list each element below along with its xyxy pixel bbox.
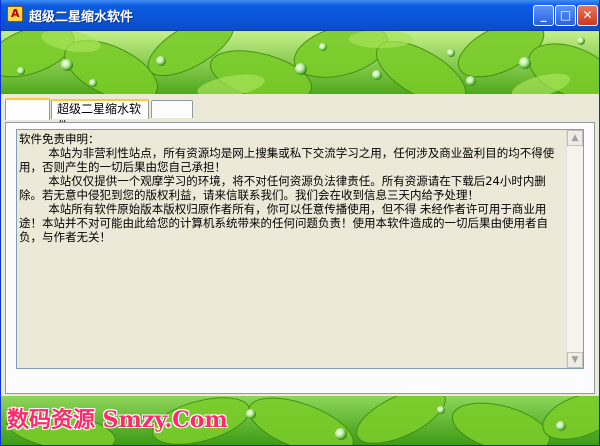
maximize-button[interactable]: □	[555, 5, 576, 26]
tab-panel: 软件免责申明： 本站为非营利性站点，所有资源均是网上搜集或私下交流学习之用，任何…	[5, 122, 595, 394]
app-window: A 超级二星缩水软件 _ □ ✕ 超级二星缩水软 软件免责申明： 本站为非营利性…	[0, 0, 600, 446]
disclaimer-text: 软件免责申明： 本站为非营利性站点，所有资源均是网上搜集或私下交流学习之用，任何…	[19, 132, 555, 244]
window-title: 超级二星缩水软件	[29, 10, 134, 25]
leaf-banner-svg	[1, 31, 599, 94]
tab-super-two-star[interactable]: 超级二星缩水软件	[51, 99, 149, 133]
leaf-footer-image: 数码资源 Smzy.Com	[1, 396, 599, 445]
tab-blank-left[interactable]	[5, 98, 50, 120]
app-icon[interactable]: A	[7, 6, 23, 22]
minimize-button[interactable]: _	[533, 5, 554, 26]
scroll-up-arrow-icon[interactable]: ▲	[567, 130, 583, 146]
tab-bar: 超级二星缩水软件	[1, 94, 599, 133]
tab-blank-right[interactable]	[151, 100, 193, 118]
scroll-down-arrow-icon[interactable]: ▼	[567, 352, 583, 368]
vertical-scrollbar[interactable]: ▲ ▼	[566, 130, 583, 368]
title-bar[interactable]: A 超级二星缩水软件 _ □ ✕	[1, 0, 599, 31]
leaf-banner-image	[1, 31, 599, 94]
close-button[interactable]: ✕	[577, 5, 598, 26]
disclaimer-textarea[interactable]: 软件免责申明： 本站为非营利性站点，所有资源均是网上搜集或私下交流学习之用，任何…	[16, 129, 584, 369]
watermark-text: 数码资源 Smzy.Com	[7, 407, 228, 433]
